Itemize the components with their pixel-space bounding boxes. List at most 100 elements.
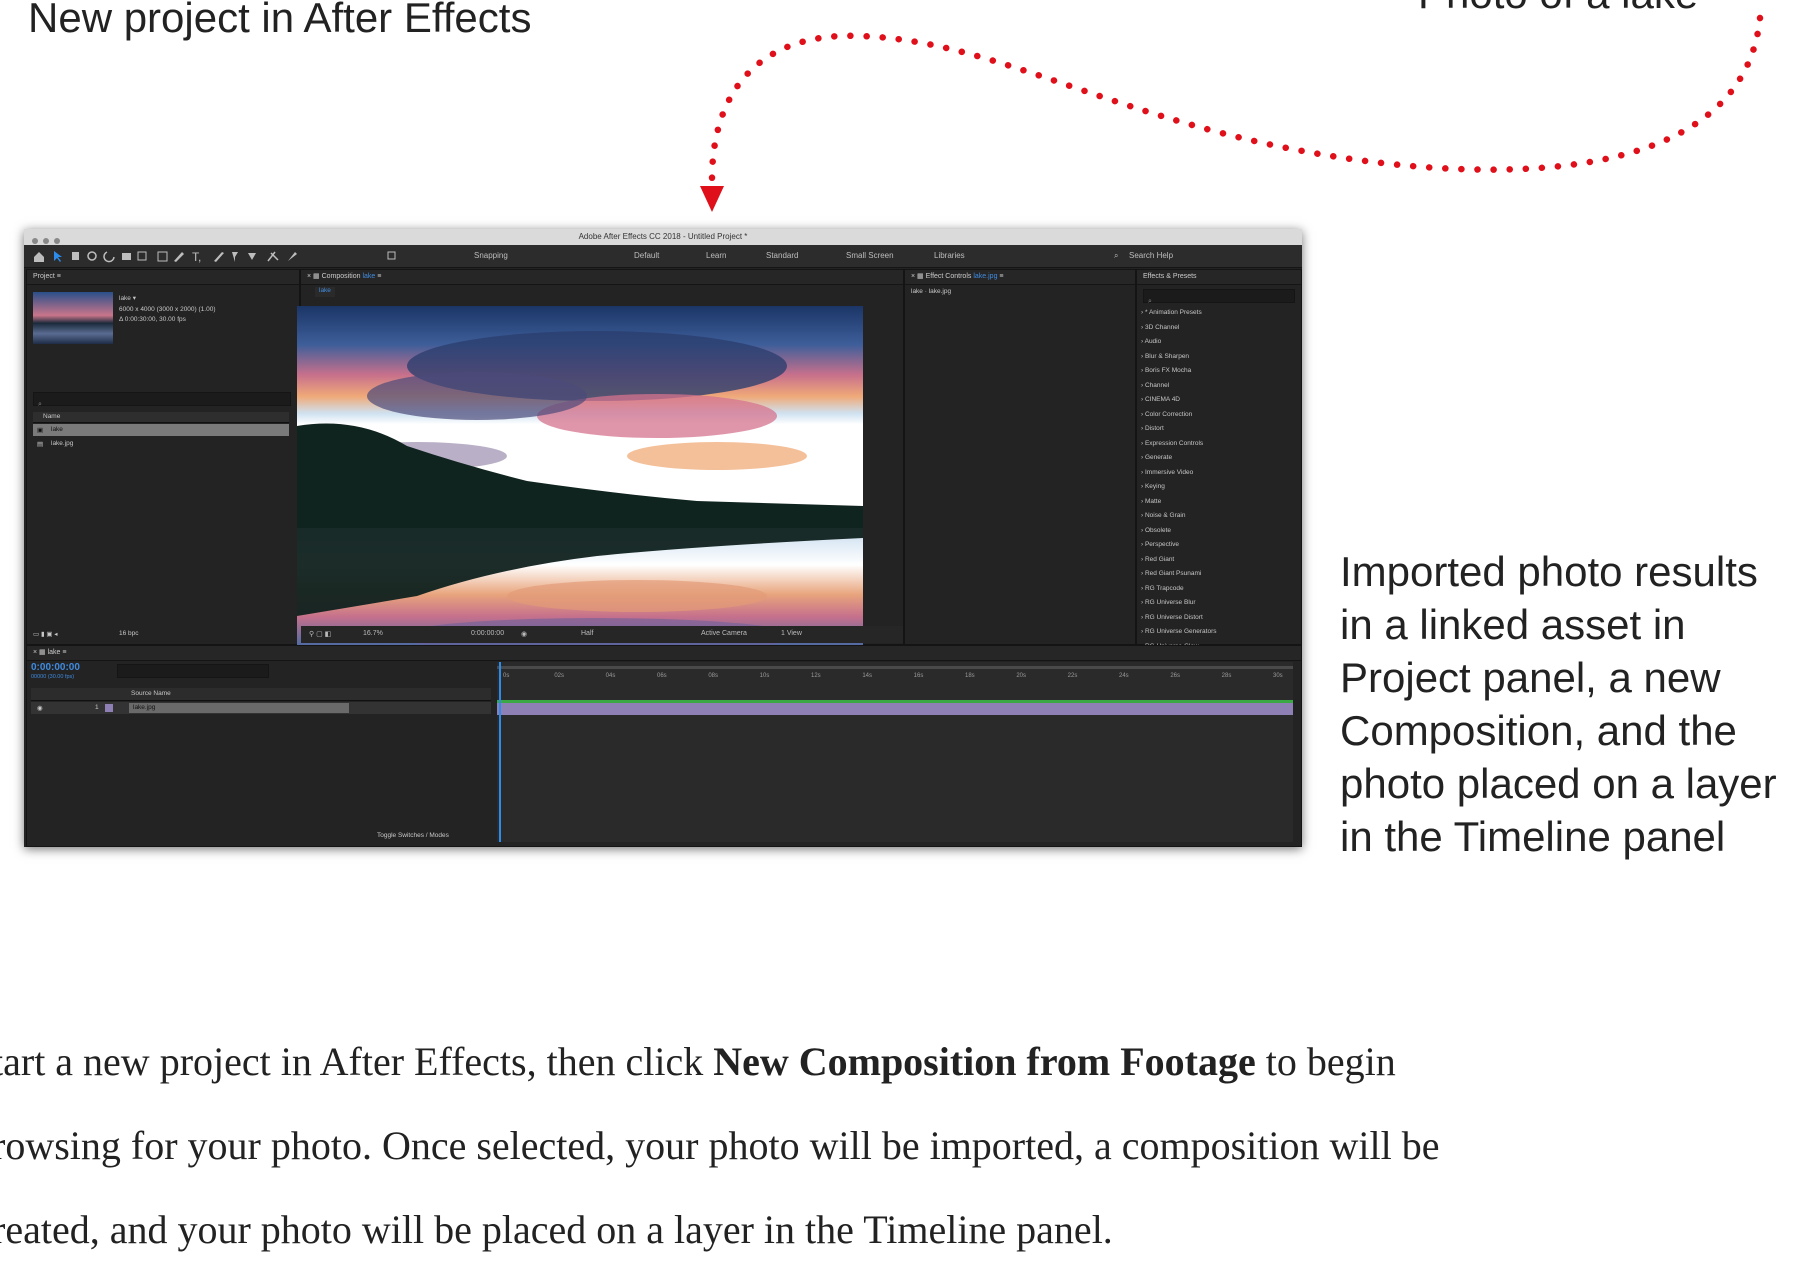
bit-depth-button[interactable]: 16 bpc	[119, 630, 139, 637]
view-layout-dropdown[interactable]: 1 View	[781, 630, 802, 637]
composition-panel-title: Composition	[321, 273, 361, 280]
project-search-input[interactable]: ⌕	[33, 392, 291, 408]
search-icon: ⌕	[38, 401, 42, 408]
effects-category-item[interactable]: › CINEMA 4D	[1141, 393, 1297, 408]
timeline-tab[interactable]: lake	[48, 649, 61, 656]
caption-line: Composition, and the	[1340, 707, 1737, 754]
effects-category-item[interactable]: › Immersive Video	[1141, 466, 1297, 481]
timeline-panel: × ▦ lake ≡ 0:00:00:00 00000 (30.00 fps) …	[26, 645, 1302, 847]
eye-icon[interactable]: ◉	[37, 704, 43, 712]
layer-name-field[interactable]	[129, 703, 349, 713]
workspace-standard[interactable]: Standard	[766, 251, 798, 260]
effects-category-item[interactable]: › Blur & Sharpen	[1141, 350, 1297, 365]
body-line-1: tart a new project in After Effects, the…	[0, 1020, 1808, 1104]
project-item-name: lake ▾	[119, 295, 136, 302]
playhead[interactable]	[499, 662, 501, 842]
effects-category-item[interactable]: › Red Giant	[1141, 553, 1297, 568]
effects-category-item[interactable]: › RG Universe Distort	[1141, 611, 1297, 626]
after-effects-window: Adobe After Effects CC 2018 - Untitled P…	[24, 229, 1302, 847]
effects-category-item[interactable]: › Audio	[1141, 335, 1297, 350]
timeline-track-area[interactable]: 0s 02s 04s 06s 08s 10s 12s 14s 16s 18s 20s 22s 24s 26…	[497, 662, 1293, 842]
effects-category-item[interactable]: › Obsolete	[1141, 524, 1297, 539]
effects-search-input[interactable]: ⌕	[1143, 289, 1295, 305]
layer-number: 1	[95, 704, 99, 711]
body-text-start: tart a new project in After Effects, the…	[0, 1039, 714, 1084]
project-row-selected[interactable]: ▣ lake	[33, 424, 289, 436]
effects-presets-header: Effects & Presets	[1137, 270, 1301, 285]
work-area-bar[interactable]	[497, 666, 1293, 669]
layer-name: lake.jpg	[133, 704, 156, 711]
timeline-fps: 00000 (30.00 fps)	[31, 674, 75, 680]
tools-toolbar: T, Snapping Default Learn Standard Small…	[24, 245, 1302, 268]
composition-panel: × ▦ Composition lake ≡ lake ⚲ ▢ ◧ 16.7% …	[297, 269, 904, 676]
effects-category-item[interactable]: › Generate	[1141, 451, 1297, 466]
body-paragraph: tart a new project in After Effects, the…	[0, 1020, 1808, 1272]
project-item-info: 6000 x 4000 (3000 x 2000) (1.00)	[119, 306, 216, 313]
effects-category-item[interactable]: › Red Giant Psunami	[1141, 567, 1297, 582]
workspace-libraries[interactable]: Libraries	[934, 251, 965, 260]
time-ruler-tick: 08s	[708, 673, 719, 679]
time-ruler-tick: 22s	[1067, 673, 1078, 679]
effects-list: › * Animation Presets › 3D Channel › Audio…	[1141, 306, 1297, 683]
search-icon[interactable]: ⌕	[1114, 251, 1118, 261]
column-name: Name	[43, 413, 61, 420]
snapping-toggle[interactable]: Snapping	[474, 251, 508, 260]
camera-icon[interactable]: ◉	[521, 630, 527, 638]
effects-category-item[interactable]: › Expression Controls	[1141, 437, 1297, 452]
time-ruler-tick: 12s	[811, 673, 821, 679]
effects-category-item[interactable]: › RG Universe Blur	[1141, 596, 1297, 611]
effects-category-item[interactable]: › RG Universe Generators	[1141, 625, 1297, 640]
project-row[interactable]: ▤ lake.jpg	[33, 438, 289, 450]
caption-line: Project panel, a new	[1340, 654, 1721, 701]
body-line-3: reated, and your photo will be placed on…	[0, 1207, 1113, 1252]
effects-category-item[interactable]: › RG Trapcode	[1141, 582, 1297, 597]
workspace-small-screen[interactable]: Small Screen	[846, 251, 894, 260]
effects-presets-title: Effects & Presets	[1143, 273, 1197, 280]
effects-category-item[interactable]: › Matte	[1141, 495, 1297, 510]
time-ruler-tick: 04s	[605, 673, 616, 679]
camera-dropdown[interactable]: Active Camera	[701, 630, 747, 637]
effects-category-item[interactable]: › Distort	[1141, 422, 1297, 437]
svg-text:T,: T,	[192, 250, 201, 263]
effect-controls-panel: × ▦ Effect Controls lake.jpg ≡ lake · la…	[904, 269, 1136, 645]
time-ruler-tick: 28s	[1221, 673, 1232, 679]
label-color-swatch[interactable]	[105, 704, 113, 712]
resolution-dropdown[interactable]: Half	[581, 630, 593, 637]
workspace-learn[interactable]: Learn	[706, 251, 726, 260]
time-ruler-tick: 06s	[657, 673, 667, 679]
footer-icons[interactable]: ⚲ ▢ ◧	[309, 630, 331, 638]
time-ruler-tick: 02s	[554, 673, 565, 679]
workspace-default[interactable]: Default	[634, 251, 659, 260]
timeline-search-input[interactable]	[117, 664, 269, 678]
effects-category-item[interactable]: › Keying	[1141, 480, 1297, 495]
source-name-header[interactable]: Source Name	[131, 690, 171, 697]
timeline-header: × ▦ lake ≡	[27, 646, 1301, 661]
effects-category-item[interactable]: › * Animation Presets	[1141, 306, 1297, 321]
search-help-field[interactable]: Search Help	[1129, 251, 1173, 260]
caption-line: Imported photo results	[1340, 548, 1758, 595]
tool-icons[interactable]: T,	[32, 249, 452, 263]
time-ruler-tick: 14s	[862, 673, 873, 679]
composition-panel-header: × ▦ Composition lake ≡	[301, 270, 903, 285]
effect-controls-header: × ▦ Effect Controls lake.jpg ≡	[905, 270, 1135, 285]
effects-category-item[interactable]: › Channel	[1141, 379, 1297, 394]
effects-category-item[interactable]: › Boris FX Mocha	[1141, 364, 1297, 379]
project-panel-title: Project	[33, 273, 55, 280]
window-titlebar: Adobe After Effects CC 2018 - Untitled P…	[24, 229, 1302, 245]
project-thumbnail	[33, 292, 113, 344]
layer-duration-bar[interactable]	[497, 703, 1293, 715]
effects-category-item[interactable]: › Color Correction	[1141, 408, 1297, 423]
project-footer-icons[interactable]: ▭ ▮ ▣ ◂	[33, 630, 58, 638]
effects-category-item[interactable]: › 3D Channel	[1141, 321, 1297, 336]
timeline-timecode[interactable]: 0:00:00:00	[31, 662, 80, 673]
layer-row[interactable]: ◉ 1 lake.jpg	[31, 702, 491, 714]
time-ruler-tick: 0s	[503, 673, 510, 679]
zoom-dropdown[interactable]: 16.7%	[363, 630, 383, 637]
composition-tab[interactable]: lake	[315, 287, 335, 297]
time-ruler-tick: 10s	[759, 673, 770, 679]
effects-category-item[interactable]: › Perspective	[1141, 538, 1297, 553]
current-time[interactable]: 0:00:00:00	[471, 630, 504, 637]
toggle-switches-modes[interactable]: Toggle Switches / Modes	[377, 832, 449, 839]
effects-category-item[interactable]: › Noise & Grain	[1141, 509, 1297, 524]
project-column-header[interactable]: Name	[33, 412, 289, 423]
